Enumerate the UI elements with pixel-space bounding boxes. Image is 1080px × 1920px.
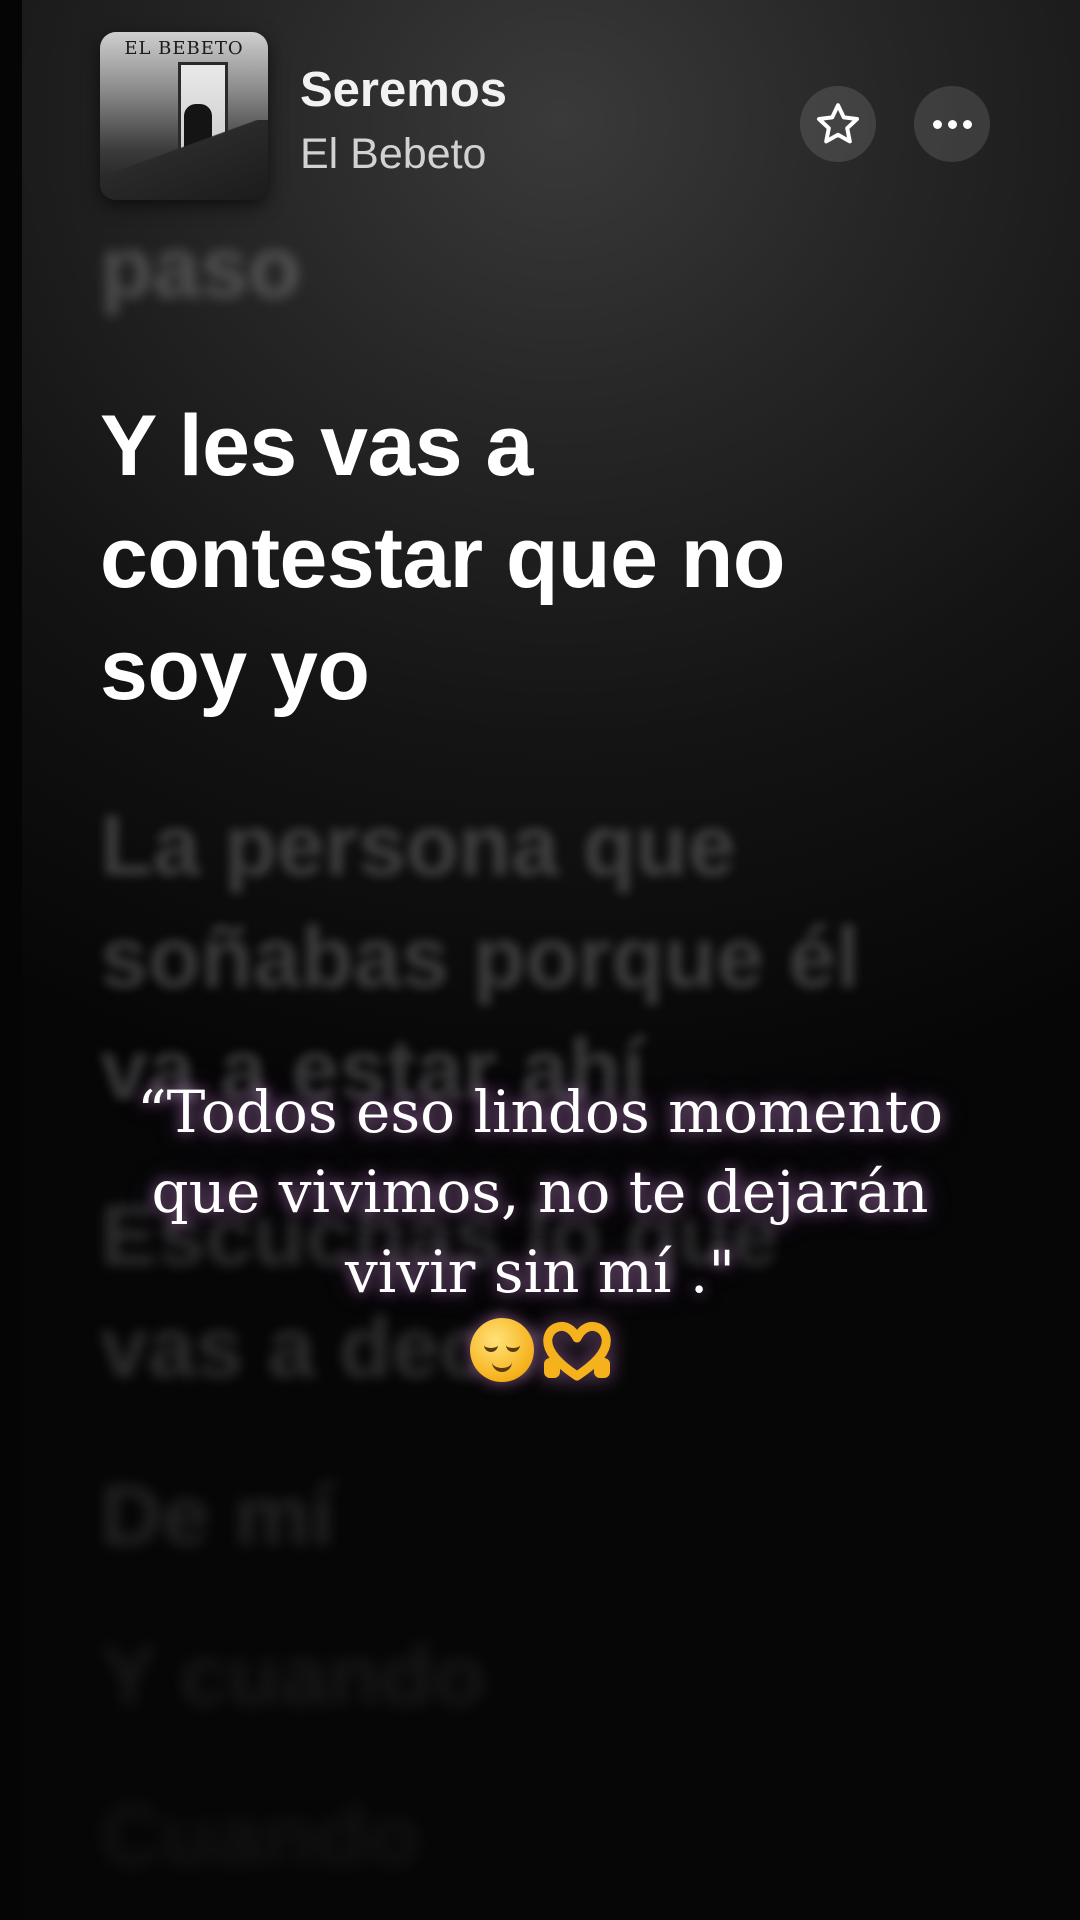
- quote-emojis: [470, 1318, 612, 1382]
- favorite-button[interactable]: [800, 86, 876, 162]
- star-icon: [817, 103, 859, 144]
- now-playing-header: EL BEBETO Seremos El Bebeto: [100, 32, 1000, 200]
- quote-line-2: que vivimos, no te dejarán: [151, 1158, 929, 1226]
- album-cover-logo: EL BEBETO: [124, 38, 244, 59]
- more-dots-icon: [932, 119, 972, 129]
- quote-overlay: “Todos eso lindos momento que vivimos, n…: [110, 1072, 970, 1312]
- lyric-line-previous[interactable]: paso: [100, 212, 920, 324]
- lyric-line-current[interactable]: Y les vas a contestar que no soy yo: [100, 390, 920, 726]
- quote-line-3: vivir sin mí .": [345, 1238, 735, 1306]
- screen-edge: [0, 0, 22, 1920]
- cover-mountain: [100, 120, 268, 200]
- album-cover[interactable]: EL BEBETO: [100, 32, 268, 200]
- heart-hands-icon: [543, 1321, 611, 1381]
- lyric-line-next-3[interactable]: De mí: [100, 1460, 920, 1572]
- song-artist[interactable]: El Bebeto: [300, 130, 486, 179]
- lyric-line-next-5[interactable]: Cuando: [100, 1780, 920, 1892]
- more-button[interactable]: [914, 86, 990, 162]
- relieved-face-icon: [470, 1318, 534, 1382]
- lyric-line-next-4[interactable]: Y cuando: [100, 1620, 920, 1732]
- song-title: Seremos: [300, 63, 508, 117]
- quote-line-1: “Todos eso lindos momento: [137, 1078, 943, 1146]
